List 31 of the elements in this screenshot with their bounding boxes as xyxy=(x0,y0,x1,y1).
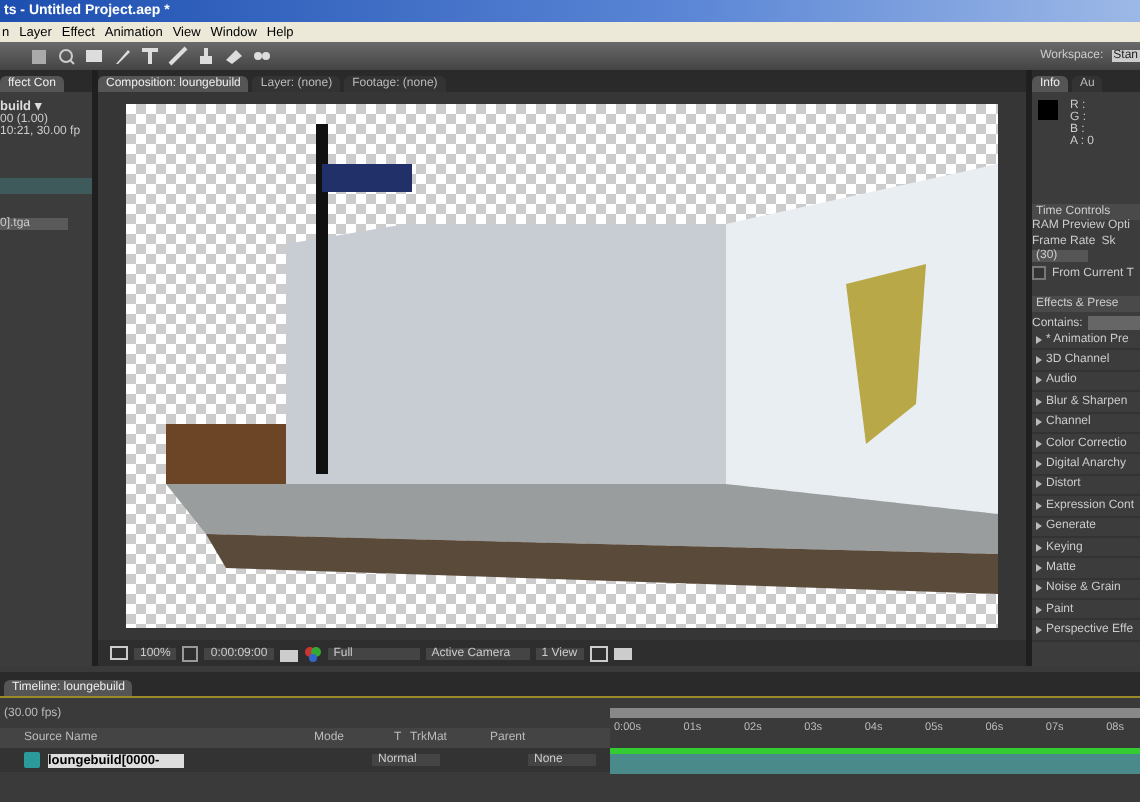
disclosure-triangle-icon[interactable] xyxy=(1036,626,1042,635)
color-swatch xyxy=(1038,100,1058,120)
search-field[interactable] xyxy=(1088,316,1140,330)
pen-icon[interactable] xyxy=(112,46,132,66)
disclosure-triangle-icon[interactable] xyxy=(1036,584,1042,593)
monitor-icon[interactable] xyxy=(110,645,128,661)
zoom-icon[interactable] xyxy=(56,46,76,66)
brush-icon[interactable] xyxy=(168,46,188,66)
preview-bar xyxy=(0,178,92,194)
disclosure-triangle-icon[interactable] xyxy=(1036,376,1042,385)
footage-icon xyxy=(24,752,40,768)
disclosure-triangle-icon[interactable] xyxy=(1036,397,1042,406)
disclosure-triangle-icon[interactable] xyxy=(1036,501,1042,510)
disclosure-triangle-icon[interactable] xyxy=(1036,439,1042,448)
frame-icon[interactable] xyxy=(589,645,608,661)
disclosure-triangle-icon[interactable] xyxy=(1036,460,1042,469)
grid-icon[interactable] xyxy=(182,645,199,661)
text-tool-icon[interactable] xyxy=(140,46,160,66)
color-channels-icon[interactable] xyxy=(303,645,322,661)
disclosure-triangle-icon[interactable] xyxy=(1036,356,1042,365)
disclosure-triangle-icon[interactable] xyxy=(1036,605,1042,614)
disclosure-triangle-icon[interactable] xyxy=(1036,563,1042,572)
disclosure-triangle-icon[interactable] xyxy=(1036,418,1042,427)
rectangle-icon[interactable] xyxy=(84,46,104,66)
disclosure-triangle-icon[interactable] xyxy=(1036,335,1042,344)
checkbox[interactable] xyxy=(1032,266,1046,280)
disclosure-triangle-icon[interactable] xyxy=(1036,522,1042,531)
eraser-icon[interactable] xyxy=(224,46,244,66)
stamp-icon[interactable] xyxy=(196,46,216,66)
disclosure-triangle-icon[interactable] xyxy=(1036,543,1042,552)
disclosure-triangle-icon[interactable] xyxy=(1036,480,1042,489)
